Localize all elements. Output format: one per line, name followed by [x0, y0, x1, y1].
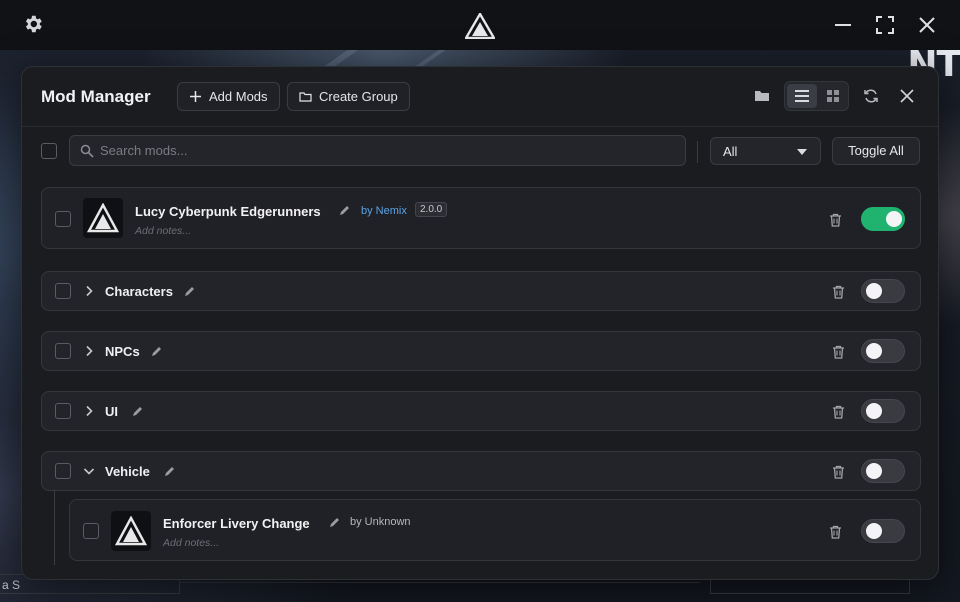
mod-name: Enforcer Livery Change: [163, 516, 310, 531]
group-name: Characters: [105, 284, 173, 299]
mod-version-badge: 2.0.0: [415, 202, 448, 217]
filter-select[interactable]: All: [710, 137, 821, 165]
group-row-expanded: Vehicle: [41, 451, 921, 491]
group-enable-toggle[interactable]: [861, 279, 905, 303]
mod-name: Lucy Cyberpunk Edgerunners: [135, 204, 321, 219]
chevron-down-icon[interactable]: [83, 465, 95, 477]
mod-enable-toggle[interactable]: [861, 519, 905, 543]
chevron-right-icon[interactable]: [83, 285, 95, 297]
caret-down-icon: [797, 149, 807, 155]
toggle-knob: [886, 211, 902, 227]
group-name: NPCs: [105, 344, 140, 359]
edit-name-pencil-icon[interactable]: [329, 517, 340, 528]
group-enable-toggle[interactable]: [861, 459, 905, 483]
create-group-label: Create Group: [319, 89, 398, 104]
delete-trash-icon[interactable]: [832, 345, 845, 359]
toggle-knob: [866, 403, 882, 419]
toggle-knob: [866, 343, 882, 359]
group-tree-line: [54, 490, 55, 565]
plus-icon: [190, 91, 201, 102]
search-box: [69, 135, 686, 166]
view-mode-toggle: [784, 81, 849, 111]
close-window-icon[interactable]: [916, 14, 938, 36]
chevron-right-icon[interactable]: [83, 345, 95, 357]
mod-notes-placeholder[interactable]: Add notes...: [135, 225, 191, 237]
group-select-checkbox[interactable]: [55, 463, 71, 479]
refresh-icon[interactable]: [862, 87, 880, 105]
create-group-button[interactable]: Create Group: [287, 82, 410, 111]
settings-gear-icon[interactable]: [22, 13, 44, 35]
delete-trash-icon[interactable]: [832, 285, 845, 299]
delete-trash-icon[interactable]: [829, 213, 842, 227]
select-all-checkbox[interactable]: [41, 143, 57, 159]
mod-select-checkbox[interactable]: [55, 211, 71, 227]
list-view-button[interactable]: [787, 84, 817, 108]
title-bar: [0, 0, 960, 50]
mod-logo-icon: [115, 516, 147, 546]
mod-logo-icon: [87, 203, 119, 233]
mod-author: by Unknown: [350, 516, 411, 528]
list-icon: [795, 90, 809, 102]
mod-manager-dialog: Mod Manager Add Mods Create Group Search…: [21, 66, 939, 580]
dialog-header: Mod Manager Add Mods Create Group: [22, 67, 938, 127]
delete-trash-icon[interactable]: [832, 465, 845, 479]
mod-row: Enforcer Livery Change by Unknown Add no…: [69, 499, 921, 561]
group-enable-toggle[interactable]: [861, 399, 905, 423]
delete-trash-icon[interactable]: [829, 525, 842, 539]
mod-notes-placeholder[interactable]: Add notes...: [163, 537, 219, 549]
grid-icon: [827, 90, 839, 102]
group-enable-toggle[interactable]: [861, 339, 905, 363]
toggle-knob: [866, 523, 882, 539]
edit-group-pencil-icon[interactable]: [164, 466, 175, 477]
maximize-icon[interactable]: [874, 14, 896, 36]
group-name: Vehicle: [105, 464, 150, 479]
add-mods-button[interactable]: Add Mods: [177, 82, 280, 111]
dialog-title: Mod Manager: [41, 87, 151, 106]
group-select-checkbox[interactable]: [55, 283, 71, 299]
app-logo-icon: [465, 13, 495, 39]
mod-thumbnail: [83, 198, 123, 238]
group-name: UI: [105, 404, 118, 419]
grid-view-button[interactable]: [818, 84, 848, 108]
background-footer-divider: [180, 582, 700, 600]
mod-author[interactable]: by Nemix: [361, 205, 407, 217]
toolbar-divider: [697, 141, 698, 163]
folder-plus-icon: [299, 92, 312, 102]
group-row: NPCs: [41, 331, 921, 371]
toggle-knob: [866, 283, 882, 299]
chevron-right-icon[interactable]: [83, 405, 95, 417]
add-mods-label: Add Mods: [209, 89, 268, 104]
group-row: UI: [41, 391, 921, 431]
search-input[interactable]: [100, 136, 680, 165]
search-icon: [80, 144, 94, 158]
edit-group-pencil-icon[interactable]: [184, 286, 195, 297]
toggle-knob: [866, 463, 882, 479]
delete-trash-icon[interactable]: [832, 405, 845, 419]
group-row: Characters: [41, 271, 921, 311]
toggle-all-button[interactable]: Toggle All: [832, 137, 920, 165]
mod-thumbnail: [111, 511, 151, 551]
edit-group-pencil-icon[interactable]: [151, 346, 162, 357]
group-select-checkbox[interactable]: [55, 343, 71, 359]
minimize-icon[interactable]: [832, 14, 854, 36]
edit-name-pencil-icon[interactable]: [339, 205, 350, 216]
group-select-checkbox[interactable]: [55, 403, 71, 419]
edit-group-pencil-icon[interactable]: [132, 406, 143, 417]
mod-enable-toggle[interactable]: [861, 207, 905, 231]
filter-selected-value: All: [723, 144, 738, 159]
mod-row: Lucy Cyberpunk Edgerunners by Nemix 2.0.…: [41, 187, 921, 249]
mod-select-checkbox[interactable]: [83, 523, 99, 539]
open-folder-icon[interactable]: [753, 87, 771, 105]
close-dialog-icon[interactable]: [898, 87, 916, 105]
